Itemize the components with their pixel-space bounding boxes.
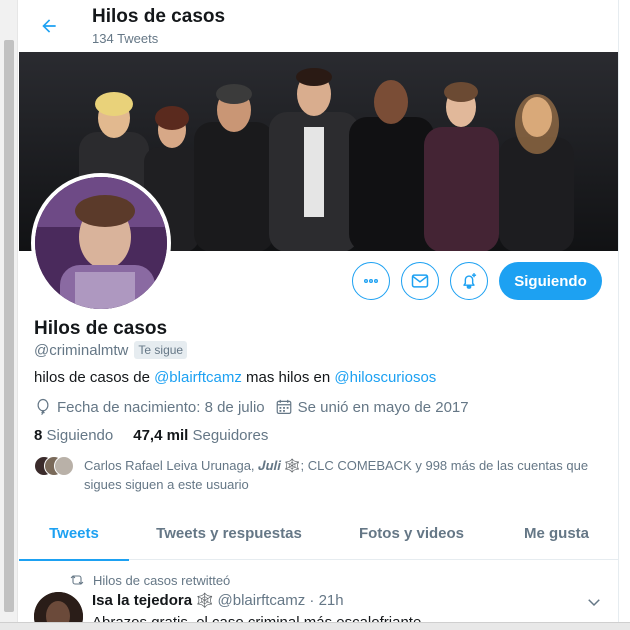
- tweet-handle-time[interactable]: @blairftcamz · 21h: [218, 592, 344, 609]
- followers-label: Seguidores: [192, 427, 269, 444]
- followers-link[interactable]: 47,4 mil Seguidores: [133, 427, 268, 444]
- bio-link-blairftcamz[interactable]: @blairftcamz: [154, 369, 242, 386]
- tweet-author-name[interactable]: Isa la tejedora: [92, 592, 192, 609]
- chevron-down-icon[interactable]: [585, 593, 603, 611]
- back-button[interactable]: [33, 10, 65, 42]
- browser-bottom-strip: [0, 622, 630, 630]
- profile-handle: @criminalmtw: [34, 341, 129, 359]
- following-label: Siguiendo: [46, 427, 114, 444]
- birthday-item: Fecha de nacimiento: 8 de julio: [34, 398, 265, 416]
- following-count: 8: [34, 427, 43, 444]
- handle-row: @criminalmtw Te sigue: [34, 341, 188, 359]
- bio-link-hiloscuriosos[interactable]: @hiloscuriosos: [334, 369, 436, 386]
- following-button[interactable]: Siguiendo: [499, 262, 602, 300]
- header-title: Hilos de casos: [92, 6, 226, 27]
- message-button[interactable]: [401, 262, 439, 300]
- retweet-context: Hilos de casos retwitteó: [69, 572, 230, 588]
- tab-photos-and-videos[interactable]: Fotos y videos: [329, 506, 494, 560]
- known-followers-avatars: [34, 456, 78, 476]
- profile-column: Hilos de casos 134 Tweets Siguiendo Hilo…: [19, 0, 619, 630]
- tab-tweets[interactable]: Tweets: [19, 506, 129, 561]
- balloon-icon: [37, 398, 49, 415]
- retweet-label[interactable]: Hilos de casos retwitteó: [93, 573, 230, 588]
- profile-meta: Fecha de nacimiento: 8 de julio Se unió …: [34, 398, 479, 416]
- spiderweb-icon: 🕸️: [196, 592, 214, 608]
- joined-text: Se unió en mayo de 2017: [297, 398, 469, 416]
- followers-count: 47,4 mil: [133, 427, 189, 444]
- header-tweet-count: 134 Tweets: [92, 31, 159, 46]
- scrollbar[interactable]: [0, 0, 18, 630]
- more-button[interactable]: [352, 262, 390, 300]
- joined-item: Se unió en mayo de 2017: [275, 398, 469, 416]
- profile-name: Hilos de casos: [34, 318, 168, 339]
- follow-counts: 8 Siguiendo 47,4 mil Seguidores: [34, 427, 288, 444]
- more-icon: [364, 278, 378, 283]
- tab-tweets-and-replies[interactable]: Tweets y respuestas: [129, 506, 329, 560]
- bio-text: hilos de casos de: [34, 369, 155, 386]
- avatar: [54, 456, 74, 476]
- tab-likes[interactable]: Me gusta: [494, 506, 618, 560]
- tweet-header: Isa la tejedora 🕸️ @blairftcamz · 21h: [92, 592, 344, 609]
- notifications-button[interactable]: [450, 262, 488, 300]
- arrow-left-icon: [42, 19, 56, 33]
- bell-plus-icon: [463, 273, 477, 289]
- profile-avatar[interactable]: [31, 173, 171, 313]
- profile-header: Hilos de casos 134 Tweets: [19, 0, 618, 52]
- known-followers-text: Carlos Rafael Leiva Urunaga, 𝑱𝒖𝒍𝒊 🕸️; CL…: [84, 458, 589, 492]
- envelope-icon: [411, 274, 429, 288]
- calendar-icon: [276, 399, 291, 414]
- follows-you-badge: Te sigue: [134, 341, 188, 359]
- birthday-text: Fecha de nacimiento: 8 de julio: [57, 398, 265, 416]
- following-link[interactable]: 8 Siguiendo: [34, 427, 113, 444]
- avatar-image: [35, 177, 167, 309]
- retweet-icon: [70, 575, 84, 585]
- profile-tabs: Tweets Tweets y respuestas Fotos y video…: [19, 506, 618, 561]
- scrollbar-thumb[interactable]: [4, 40, 14, 612]
- bio-text: mas hilos en: [241, 369, 335, 386]
- profile-bio: hilos de casos de @blairftcamz mas hilos…: [34, 369, 436, 386]
